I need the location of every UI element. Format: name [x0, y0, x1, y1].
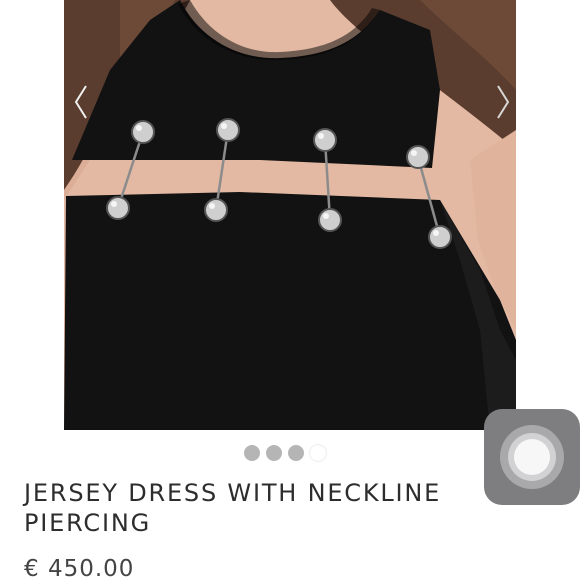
- carousel-dot[interactable]: [244, 445, 260, 461]
- product-photo: [64, 0, 516, 430]
- product-image-carousel[interactable]: [0, 0, 580, 430]
- product-title: JERSEY DRESS WITH NECKLINE PIERCING: [24, 479, 442, 537]
- assistive-touch-icon[interactable]: [484, 409, 580, 505]
- carousel-pagination: [244, 445, 326, 461]
- product-price: € 450.00: [24, 556, 135, 582]
- carousel-dot[interactable]: [266, 445, 282, 461]
- carousel-dot-active[interactable]: [310, 445, 326, 461]
- carousel-dot[interactable]: [288, 445, 304, 461]
- chevron-left-icon[interactable]: [70, 80, 92, 124]
- chevron-right-icon[interactable]: [492, 80, 514, 124]
